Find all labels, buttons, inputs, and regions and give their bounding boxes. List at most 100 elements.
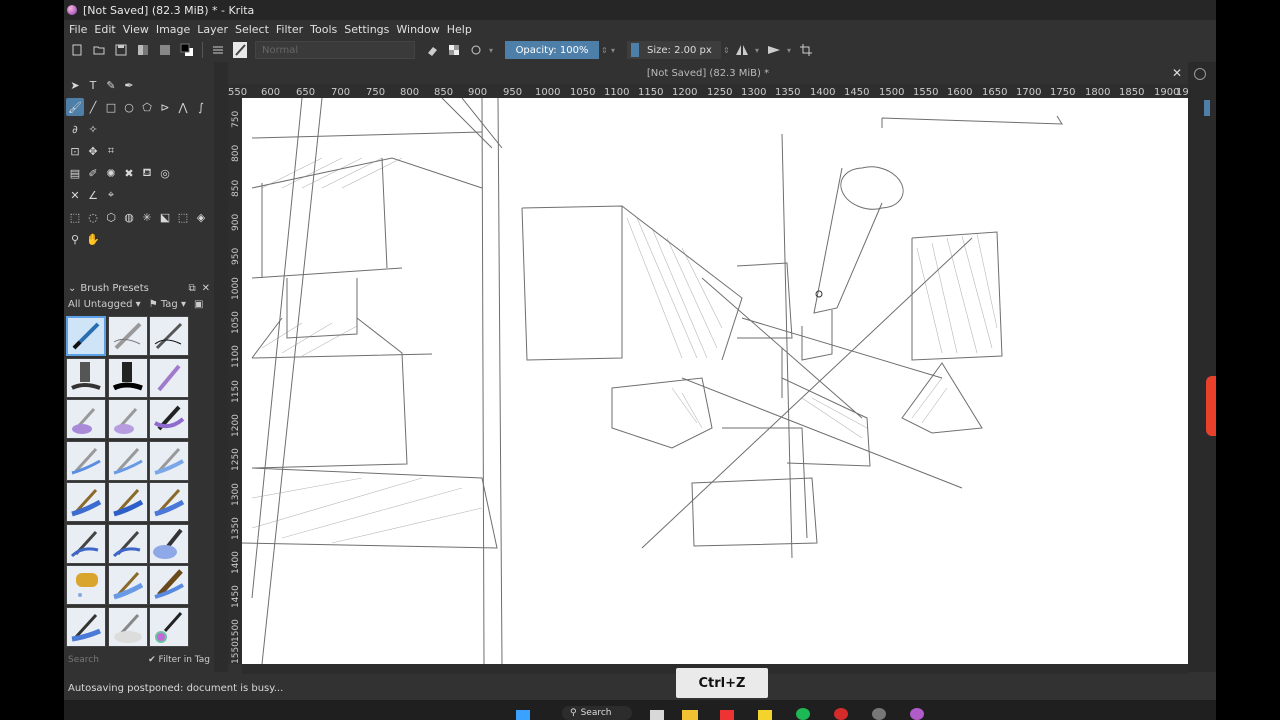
polygon-tool-icon[interactable]: ⬠ [138, 98, 156, 116]
transform-tool-icon[interactable]: ⌗ [102, 142, 120, 160]
menu-settings[interactable]: Settings [344, 23, 389, 36]
opera-icon[interactable] [834, 708, 848, 720]
brush-preset-tile[interactable] [66, 316, 106, 356]
brush-preset-tile[interactable] [107, 482, 148, 522]
file-explorer-icon[interactable] [682, 710, 698, 720]
menu-file[interactable]: File [69, 23, 87, 36]
contiguous-select-icon[interactable]: ✳ [138, 208, 156, 226]
pan-tool-icon[interactable]: ✋ [84, 230, 102, 248]
color-swatch-icon[interactable] [180, 43, 194, 57]
close-document-icon[interactable]: ✕ [1172, 66, 1182, 80]
tag-filter-select[interactable]: All Untagged ▾ [68, 299, 141, 310]
eraser-icon[interactable] [425, 43, 439, 57]
menu-select[interactable]: Select [235, 23, 269, 36]
text-tool-icon[interactable]: T [84, 76, 102, 94]
freehand-select-icon[interactable]: ◍ [120, 208, 138, 226]
similar-select-icon[interactable]: ⬕ [156, 208, 174, 226]
brush-preset-tile[interactable] [107, 565, 148, 605]
windows-start-icon[interactable] [516, 710, 530, 720]
ellipse-tool-icon[interactable]: ○ [120, 98, 138, 116]
document-tab[interactable]: [Not Saved] (82.3 MiB) * ✕ [228, 62, 1188, 84]
menu-view[interactable]: View [123, 23, 149, 36]
brush-preset-tile[interactable] [149, 606, 189, 647]
menu-image[interactable]: Image [156, 23, 190, 36]
settings-app-icon[interactable] [872, 708, 886, 720]
brush-preset-tile[interactable] [66, 565, 106, 605]
edit-shapes-icon[interactable]: ✎ [102, 76, 120, 94]
size-slider[interactable]: Size: 2.00 px [627, 41, 721, 59]
rect-select-icon[interactable]: ⬚ [66, 208, 84, 226]
mirror-v-dropdown-icon[interactable]: ▾ [787, 46, 795, 55]
polyline-tool-icon[interactable]: ⊳ [156, 98, 174, 116]
zoom-tool-icon[interactable]: ⚲ [66, 230, 84, 248]
brush-preset-tile[interactable] [107, 523, 148, 564]
freehand-path-icon[interactable]: ∫ [192, 98, 210, 116]
menu-layer[interactable]: Layer [197, 23, 228, 36]
docker-options-icon[interactable]: ▣ [194, 299, 203, 310]
smart-patch-icon[interactable]: ✖ [120, 164, 138, 182]
brush-preset-tile[interactable] [107, 357, 148, 398]
menu-filter[interactable]: Filter [276, 23, 303, 36]
reference-images-icon[interactable]: ⌖ [102, 186, 120, 204]
color-picker-icon[interactable]: ✐ [84, 164, 102, 182]
new-document-icon[interactable] [70, 43, 84, 57]
rectangle-tool-icon[interactable]: □ [102, 98, 120, 116]
preserve-alpha-icon[interactable] [447, 43, 461, 57]
mirror-vertical-icon[interactable] [767, 43, 781, 57]
brush-preset-tile[interactable] [149, 440, 189, 481]
opacity-slider[interactable]: Opacity: 100% [505, 41, 599, 59]
menu-window[interactable]: Window [396, 23, 439, 36]
opacity-dropdown-icon[interactable]: ▾ [611, 46, 619, 55]
menu-tools[interactable]: Tools [310, 23, 337, 36]
brush-preset-tile[interactable] [107, 316, 148, 356]
mirror-horizontal-icon[interactable] [735, 43, 749, 57]
brush-preset-tile[interactable] [66, 606, 106, 647]
brush-preset-tile[interactable] [107, 606, 148, 647]
brush-preset-tile[interactable] [149, 565, 189, 605]
magnetic-select-icon[interactable]: ◈ [192, 208, 210, 226]
pattern-icon[interactable] [158, 43, 172, 57]
brush-settings-icon[interactable] [211, 43, 225, 57]
open-document-icon[interactable] [92, 43, 106, 57]
enclose-fill-icon[interactable]: ◎ [156, 164, 174, 182]
assistant-tool-icon[interactable]: ✕ [66, 186, 84, 204]
filter-in-tag-checkbox[interactable]: ✔ Filter in Tag [148, 655, 210, 665]
select-shapes-icon[interactable]: ➤ [66, 76, 84, 94]
brush-preset-tile[interactable] [149, 357, 189, 398]
brush-preset-tile[interactable] [149, 482, 189, 522]
left-dock-scrollbar[interactable] [214, 62, 228, 672]
freehand-brush-icon[interactable]: 🖌 [66, 98, 84, 116]
dock-toggle-icon[interactable] [1194, 68, 1206, 80]
brush-preset-tile[interactable] [149, 316, 189, 356]
ellipse-select-icon[interactable]: ◌ [84, 208, 102, 226]
blend-mode-select[interactable]: Normal [255, 41, 415, 59]
multibrush-icon[interactable]: ✧ [84, 120, 102, 138]
reload-preset-icon[interactable] [469, 43, 483, 57]
brush-preset-tile[interactable] [107, 399, 148, 439]
close-docker-icon[interactable]: ✕ [202, 283, 210, 294]
brush-preset-tile[interactable] [66, 482, 106, 522]
brush-preset-tile[interactable] [107, 440, 148, 481]
save-icon[interactable] [114, 43, 128, 57]
krita-taskbar-icon[interactable] [910, 708, 924, 720]
fill-tool-icon[interactable]: ⛾ [138, 164, 156, 182]
brush-preset-icon[interactable] [233, 42, 247, 58]
line-tool-icon[interactable]: ╱ [84, 98, 102, 116]
brush-preset-tile[interactable] [66, 399, 106, 439]
size-spin-icon[interactable]: ⇕ [723, 46, 731, 55]
dynamic-brush-icon[interactable]: ∂ [66, 120, 84, 138]
brush-preset-tile[interactable] [66, 440, 106, 481]
drawing-canvas[interactable] [242, 98, 1188, 664]
bezier-select-icon[interactable]: ⬚ [174, 208, 192, 226]
taskbar-search[interactable]: ⚲ Search [562, 706, 632, 720]
bezier-tool-icon[interactable]: ⋀ [174, 98, 192, 116]
brush-preset-tile[interactable] [149, 523, 189, 564]
gradient-tool-icon[interactable]: ▤ [66, 164, 84, 182]
opacity-spin-icon[interactable]: ⇕ [601, 46, 609, 55]
float-docker-icon[interactable]: ⧉ [188, 283, 195, 294]
move-tool-icon[interactable]: ✥ [84, 142, 102, 160]
app-icon[interactable] [720, 710, 734, 720]
brush-preset-tile[interactable] [66, 357, 106, 398]
spotify-icon[interactable] [796, 708, 810, 720]
brush-preset-tile[interactable] [66, 523, 106, 564]
